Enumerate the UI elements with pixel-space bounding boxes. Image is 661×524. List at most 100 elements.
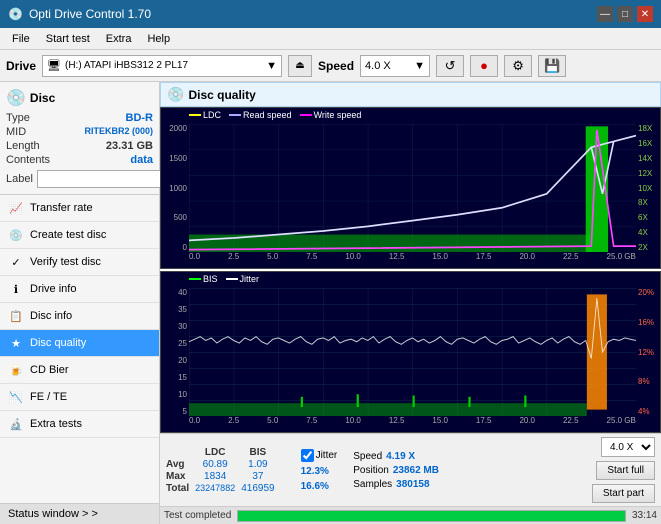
- col-ldc: LDC: [195, 447, 235, 458]
- settings-button[interactable]: ⚙: [504, 55, 532, 77]
- sidebar-item-transfer-rate[interactable]: 📈 Transfer rate: [0, 195, 159, 222]
- stat-avg-label2: Avg: [166, 459, 189, 470]
- disc-label-input[interactable]: [37, 170, 175, 188]
- sidebar-item-verify-test-disc[interactable]: ✓ Verify test disc: [0, 249, 159, 276]
- sidebar-item-extra-tests-label: Extra tests: [30, 418, 82, 430]
- ldc-yr-10x: 10X: [638, 184, 652, 193]
- content-area: 💿 Disc quality LDC Read speed: [160, 82, 661, 524]
- ldc-y-0: 0: [183, 243, 187, 252]
- sidebar-item-disc-info[interactable]: 📋 Disc info: [0, 303, 159, 330]
- ldc-yr-2x: 2X: [638, 243, 648, 252]
- menu-help[interactable]: Help: [139, 31, 178, 47]
- disc-type-label: Type: [6, 112, 30, 124]
- sidebar-item-create-test-disc[interactable]: 💿 Create test disc: [0, 222, 159, 249]
- bis-x-7-5: 7.5: [306, 416, 317, 425]
- disc-label-row: Label 🖊: [6, 170, 153, 188]
- ldc-y-axis-right: 18X 16X 14X 12X 10X 8X 6X 4X 2X: [636, 124, 660, 252]
- jitter-checkbox-row: Jitter: [301, 449, 338, 462]
- write-speed-legend-item: Write speed: [300, 110, 362, 120]
- quality-panel-title: Disc quality: [188, 88, 255, 102]
- bis-x-22-5: 22.5: [563, 416, 579, 425]
- jitter-section: Jitter 12.3% 16.6%: [301, 449, 338, 492]
- sidebar-item-extra-tests[interactable]: 🔬 Extra tests: [0, 411, 159, 438]
- ldc-yr-18x: 18X: [638, 124, 652, 133]
- sidebar-item-fe-te[interactable]: 📉 FE / TE: [0, 384, 159, 411]
- verify-test-disc-icon: ✓: [8, 254, 24, 270]
- start-full-button[interactable]: Start full: [596, 461, 655, 480]
- read-speed-legend-label: Read speed: [243, 110, 292, 120]
- disc-mid-value: RITEKBR2 (000): [84, 126, 153, 138]
- ldc-x-0: 0.0: [189, 252, 200, 261]
- drive-value: (H:) ATAPI iHBS312 2 PL17: [65, 60, 188, 71]
- titlebar-title: 💿 Opti Drive Control 1.70: [8, 7, 151, 21]
- samples-stat-value: 380158: [396, 479, 429, 490]
- samples-stat-label: Samples: [353, 479, 392, 490]
- charts-container: LDC Read speed Write speed 2000 1500 1: [160, 107, 661, 433]
- disc-type-value: BD-R: [126, 112, 154, 124]
- bis-chart-legend: BIS Jitter: [189, 274, 259, 284]
- write-speed-legend-dot: [300, 114, 312, 116]
- close-button[interactable]: ✕: [637, 6, 653, 22]
- read-speed-legend-item: Read speed: [229, 110, 292, 120]
- drive-info-icon: ℹ: [8, 281, 24, 297]
- bis-x-25: 25.0 GB: [607, 416, 636, 425]
- sidebar-item-drive-info-label: Drive info: [30, 283, 76, 295]
- speed-dropdown-arrow: ▼: [414, 60, 425, 72]
- speed-row: Speed 4.19 X: [353, 451, 439, 462]
- drive-selector[interactable]: 🖥 (H:) ATAPI iHBS312 2 PL17 ▼: [42, 55, 282, 77]
- bis-y-10: 10: [178, 390, 187, 399]
- ldc-chart-legend: LDC Read speed Write speed: [189, 110, 361, 120]
- bis-legend-label: BIS: [203, 274, 218, 284]
- disc-mid-row: MID RITEKBR2 (000): [6, 126, 153, 138]
- create-test-disc-icon: 💿: [8, 227, 24, 243]
- jitter-checkbox[interactable]: [301, 449, 314, 462]
- status-text: Test completed: [164, 510, 231, 521]
- speed-dropdown[interactable]: 4.0 X 2.0 X 6.0 X: [601, 437, 655, 457]
- sidebar-item-create-test-disc-label: Create test disc: [30, 229, 106, 241]
- quality-panel-icon: 💿: [167, 86, 184, 103]
- ldc-x-17-5: 17.5: [476, 252, 492, 261]
- jitter-legend-dot: [226, 278, 238, 280]
- bis-y-25: 25: [178, 339, 187, 348]
- bis-x-axis: 0.0 2.5 5.0 7.5 10.0 12.5 15.0 17.5 20.0…: [189, 416, 636, 432]
- disc-panel-title: Disc: [30, 91, 55, 105]
- ldc-chart: LDC Read speed Write speed 2000 1500 1: [160, 107, 661, 269]
- extra-tests-icon: 🔬: [8, 416, 24, 432]
- menu-extra[interactable]: Extra: [98, 31, 140, 47]
- stat-total-bis2: 416959: [241, 483, 274, 494]
- refresh-button[interactable]: ↺: [436, 55, 464, 77]
- sidebar-item-drive-info[interactable]: ℹ Drive info: [0, 276, 159, 303]
- jitter-legend-item: Jitter: [226, 274, 260, 284]
- maximize-button[interactable]: □: [617, 6, 633, 22]
- sidebar: 💿 Disc Type BD-R MID RITEKBR2 (000) Leng…: [0, 82, 160, 524]
- save-button[interactable]: 💾: [538, 55, 566, 77]
- bis-yr-20: 20%: [638, 288, 654, 297]
- menu-start-test[interactable]: Start test: [38, 31, 98, 47]
- app-icon: 💿: [8, 7, 23, 21]
- ldc-x-22-5: 22.5: [563, 252, 579, 261]
- sidebar-item-disc-quality[interactable]: ★ Disc quality: [0, 330, 159, 357]
- disc-contents-label: Contents: [6, 154, 50, 166]
- bis-x-0: 0.0: [189, 416, 200, 425]
- status-window-bar[interactable]: Status window > >: [0, 503, 159, 524]
- sidebar-item-cd-bier[interactable]: 🍺 CD Bier: [0, 357, 159, 384]
- bis-legend-item: BIS: [189, 274, 218, 284]
- status-window-label: Status window > >: [8, 508, 98, 520]
- speed-value: 4.0 X: [365, 60, 391, 72]
- stats-bar: LDC BIS Avg 60.89 1.09 Max 1834 37 Total…: [160, 433, 661, 506]
- eject-button[interactable]: ⏏: [288, 55, 312, 77]
- jitter-label: Jitter: [316, 450, 338, 461]
- disc-panel-header: 💿 Disc: [6, 88, 153, 108]
- bis-y-35: 35: [178, 305, 187, 314]
- menu-file[interactable]: File: [4, 31, 38, 47]
- samples-row: Samples 380158: [353, 479, 439, 490]
- start-part-button[interactable]: Start part: [592, 484, 655, 503]
- stat-avg-ldc2: 60.89: [195, 459, 235, 470]
- speed-dropdown-row: 4.0 X 2.0 X 6.0 X: [601, 437, 655, 457]
- cd-bier-icon: 🍺: [8, 362, 24, 378]
- speed-selector[interactable]: 4.0 X ▼: [360, 55, 430, 77]
- red-disc-button[interactable]: ●: [470, 55, 498, 77]
- ldc-yr-8x: 8X: [638, 198, 648, 207]
- minimize-button[interactable]: —: [597, 6, 613, 22]
- menubar: File Start test Extra Help: [0, 28, 661, 50]
